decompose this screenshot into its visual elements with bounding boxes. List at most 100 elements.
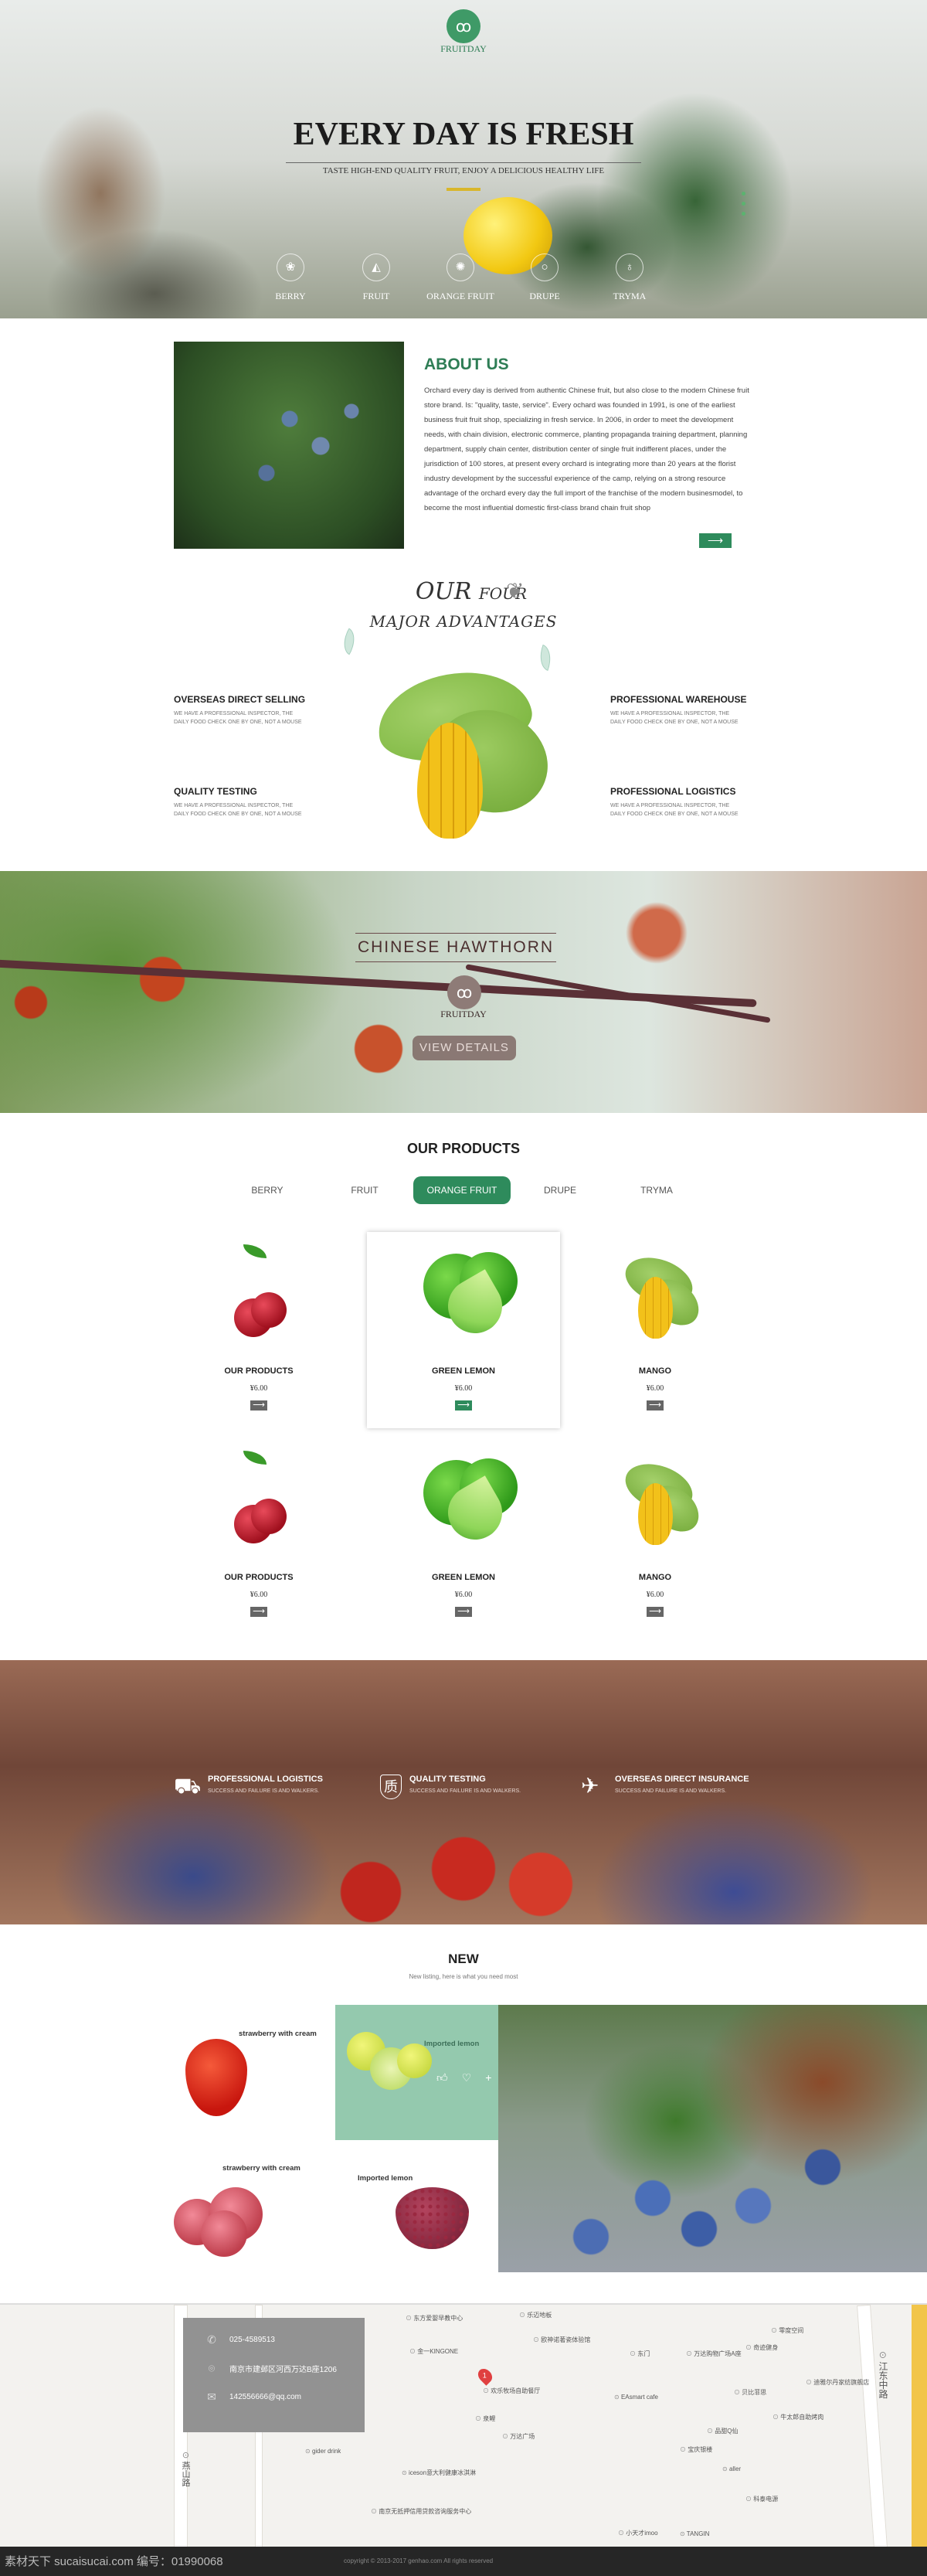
- dot[interactable]: [742, 202, 745, 206]
- about-image-juniper-berries: [174, 342, 404, 549]
- advantage-desc: WE HAVE A PROFESSIONAL INSPECTOR, THE DA…: [174, 711, 302, 725]
- dot[interactable]: [742, 192, 745, 196]
- product-name: OUR PRODUCTS: [224, 1573, 294, 1582]
- carousel-dots[interactable]: [742, 192, 745, 222]
- logo[interactable]: ꝏ: [447, 9, 480, 43]
- map-label: TANGIN: [680, 2530, 710, 2537]
- product-name: GREEN LEMON: [432, 1366, 495, 1376]
- accent-bar: [447, 188, 480, 191]
- advantage-desc: WE HAVE A PROFESSIONAL INSPECTOR, THE DA…: [610, 803, 739, 817]
- map-label: 科泰电源: [745, 2495, 778, 2503]
- lime-image: [386, 1237, 541, 1353]
- nav-fruit[interactable]: ◭ FRUIT: [338, 254, 415, 302]
- nav-drupe[interactable]: ○ DRUPE: [506, 254, 583, 302]
- contact-email: ✉ 142556666@qq.com: [183, 2383, 365, 2411]
- advantage-item: QUALITY TESTING WE HAVE A PROFESSIONAL IN…: [174, 786, 328, 818]
- advantage-title: QUALITY TESTING: [174, 786, 257, 797]
- feature-desc: SUCCESS AND FAILURE IS AND WALKERS.: [615, 1788, 727, 1794]
- feature-item: 质 QUALITY TESTING SUCCESS AND FAILURE IS A…: [380, 1775, 521, 1799]
- nav-label: TRYMA: [613, 291, 647, 301]
- map-label: 奇迹健身: [745, 2343, 778, 2352]
- map-label: 南京无抵押信用贷款咨询服务中心: [371, 2507, 471, 2516]
- phone-icon: ✆: [207, 2333, 216, 2346]
- nav-label: FRUIT: [362, 291, 390, 301]
- map-label: 品甜Q仙: [707, 2427, 738, 2435]
- product-card[interactable]: MANGO ¥6.00 ⟶: [578, 1443, 732, 1617]
- product-detail-button[interactable]: ⟶: [647, 1607, 664, 1617]
- brand-name: FRUITDAY: [440, 1009, 487, 1019]
- logo: ꝏ: [447, 975, 481, 1009]
- plus-icon[interactable]: +: [485, 2071, 491, 2084]
- hero-title: EVERY DAY IS FRESH: [293, 117, 634, 152]
- mango-image: [578, 1443, 732, 1559]
- product-detail-button[interactable]: ⟶: [455, 1400, 472, 1411]
- advantage-title: PROFESSIONAL LOGISTICS: [610, 786, 736, 797]
- about-text: Orchard every day is derived from authen…: [424, 386, 749, 512]
- thumbs-up-icon[interactable]: 👍︎: [436, 2071, 448, 2084]
- fruit-slice-icon: ◭: [362, 254, 390, 281]
- orange-slice-icon: ✺: [447, 254, 474, 281]
- map-label: 贝比菲思: [734, 2388, 766, 2397]
- tab-tryma[interactable]: TRYMA: [614, 1176, 699, 1204]
- new-item-label[interactable]: strawberry with cream: [239, 2030, 317, 2038]
- new-item-label[interactable]: Imported lemon: [358, 2174, 413, 2183]
- advantage-title: PROFESSIONAL WAREHOUSE: [610, 694, 747, 705]
- map[interactable]: 东方爱婴早教中心 乐迈地板 欧神诺著瓷体验馆 金一KINGONE 东门 万达购物…: [0, 2303, 927, 2547]
- peach-icon: ○: [531, 254, 559, 281]
- view-details-button[interactable]: VIEW DETAILS: [413, 1036, 516, 1060]
- mail-icon: ✉: [207, 2391, 216, 2403]
- nav-berry[interactable]: ❀ BERRY: [252, 254, 329, 302]
- contact-phone: ✆ 025-4589513: [183, 2326, 365, 2354]
- lime-image: [386, 1443, 541, 1559]
- tab-drupe[interactable]: DRUPE: [518, 1176, 603, 1204]
- map-label: gider drink: [305, 2448, 341, 2455]
- heart-icon[interactable]: ♡: [462, 2071, 472, 2084]
- tab-orange-fruit[interactable]: ORANGE FRUIT: [413, 1176, 511, 1204]
- product-card[interactable]: GREEN LEMON ¥6.00 ⟶: [386, 1443, 541, 1617]
- about-more-button[interactable]: ⟶: [699, 533, 732, 548]
- hero-banner: ꝏ FRUITDAY EVERY DAY IS FRESH TASTE HIGH…: [0, 0, 927, 318]
- product-card[interactable]: OUR PRODUCTS ¥6.00 ⟶: [182, 1443, 336, 1617]
- lychee-image[interactable]: [174, 2187, 282, 2257]
- feature-title: QUALITY TESTING: [409, 1775, 486, 1784]
- new-item-label[interactable]: strawberry with cream: [222, 2164, 301, 2173]
- tab-fruit[interactable]: FRUIT: [322, 1176, 407, 1204]
- grapes-image[interactable]: [396, 2187, 469, 2249]
- pin-number: 1: [482, 2371, 487, 2380]
- map-label: 万达购物广场A座: [686, 2350, 741, 2358]
- contact-box: ✆ 025-4589513 ⌾ 南京市建邺区河西万达B座1206 ✉ 14255666…: [183, 2318, 365, 2432]
- product-card[interactable]: GREEN LEMON ¥6.00 ⟶: [386, 1237, 541, 1411]
- strawberry-image[interactable]: [185, 2039, 247, 2116]
- feature-title: OVERSEAS DIRECT INSURANCE: [615, 1775, 749, 1784]
- new-title: NEW: [448, 1952, 479, 1966]
- map-label: 零度空间: [771, 2326, 803, 2335]
- arrow-right-icon: ⟶: [457, 1400, 470, 1410]
- brand-name: FRUITDAY: [440, 43, 487, 54]
- dot[interactable]: [742, 212, 745, 216]
- advantage-desc: WE HAVE A PROFESSIONAL INSPECTOR, THE DA…: [610, 711, 739, 725]
- lemon-image: [397, 2043, 432, 2078]
- email[interactable]: 142556666@qq.com: [229, 2393, 301, 2401]
- cherry-image: [182, 1443, 336, 1559]
- nav-tryma[interactable]: ♁ TRYMA: [591, 254, 668, 302]
- product-detail-button[interactable]: ⟶: [647, 1400, 664, 1411]
- product-price: ¥6.00: [646, 1384, 664, 1393]
- phone-number[interactable]: 025-4589513: [229, 2336, 275, 2344]
- grapes-icon: ❀: [277, 254, 304, 281]
- arrow-right-icon: ⟶: [457, 1607, 470, 1616]
- map-road-label: 燕山路: [179, 2452, 192, 2486]
- map-road-label: 江东中路: [877, 2351, 890, 2398]
- product-card[interactable]: MANGO ¥6.00 ⟶: [578, 1237, 732, 1411]
- arrow-right-icon: ⟶: [707, 534, 724, 546]
- products-title: OUR PRODUCTS: [406, 1141, 520, 1156]
- product-price: ¥6.00: [454, 1384, 473, 1393]
- product-detail-button[interactable]: ⟶: [250, 1607, 267, 1617]
- map-pin[interactable]: 1: [475, 2366, 495, 2386]
- tab-berry[interactable]: BERRY: [225, 1176, 310, 1204]
- product-price: ¥6.00: [454, 1591, 473, 1599]
- product-detail-button[interactable]: ⟶: [250, 1400, 267, 1411]
- nav-orange-fruit[interactable]: ✺ ORANGE FRUIT: [422, 254, 499, 302]
- product-card[interactable]: OUR PRODUCTS ¥6.00 ⟶: [182, 1237, 336, 1411]
- product-detail-button[interactable]: ⟶: [455, 1607, 472, 1617]
- hawthorn-banner: CHINESE HAWTHORN ꝏ FRUITDAY VIEW DETAILS: [0, 871, 927, 1113]
